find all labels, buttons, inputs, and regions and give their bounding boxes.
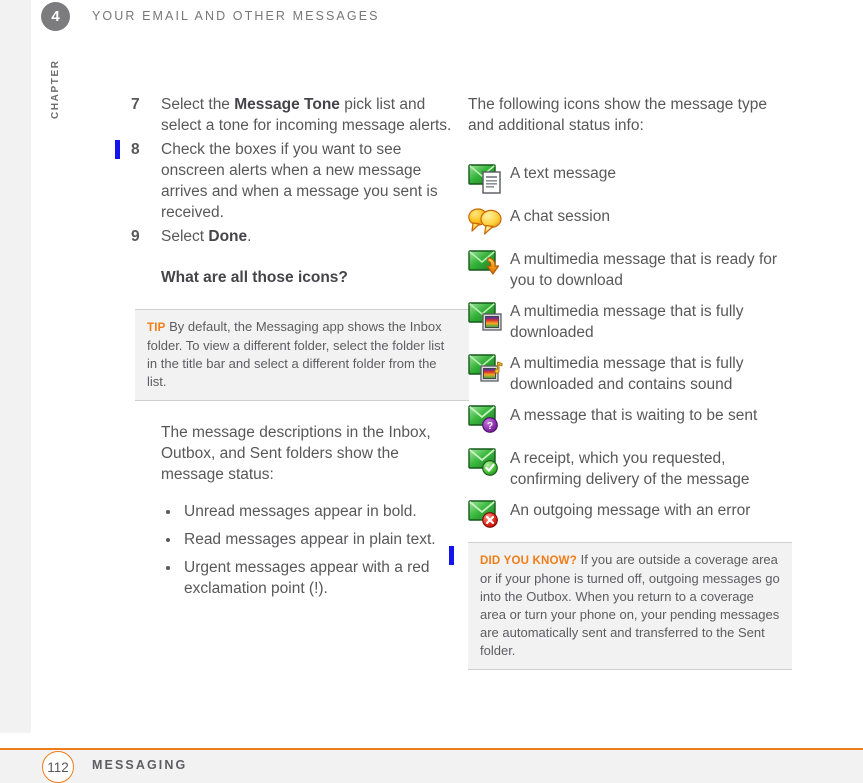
envelope-check-icon [468, 447, 510, 481]
status-bullet-list: Unread messages appear in bold. Read mes… [161, 501, 461, 599]
list-item: A multimedia message that is fully downl… [468, 300, 793, 343]
step-text-before: Select [161, 228, 209, 245]
did-you-know-text: If you are outside a coverage area or if… [480, 552, 780, 658]
icon-label: A receipt, which you requested, confirmi… [510, 450, 750, 488]
step-item: 7 Select the Message Tone pick list and … [127, 94, 461, 136]
step-text-before: Check the boxes if you want to see onscr… [161, 141, 438, 221]
icon-legend-list: A text message A chat session A multimed… [468, 162, 793, 533]
running-head: YOUR EMAIL AND OTHER MESSAGES [92, 9, 380, 23]
list-item: A chat session [468, 205, 793, 239]
icon-label: A message that is waiting to be sent [510, 407, 758, 424]
step-item: 9 Select Done. [127, 226, 461, 247]
step-text-before: Select the [161, 96, 235, 113]
section-subheading: What are all those icons? [161, 269, 348, 286]
list-item: A text message [468, 162, 793, 196]
list-item: A multimedia message that is ready for y… [468, 248, 793, 291]
list-item: An outgoing message with an error [468, 499, 793, 533]
list-item: Urgent messages appear with a red exclam… [161, 557, 461, 599]
list-item: Unread messages appear in bold. [161, 501, 461, 522]
step-text-bold: Done [208, 228, 248, 245]
envelope-pending-question-icon: ? [468, 404, 510, 438]
status-intro-paragraph: The message descriptions in the Inbox, O… [161, 424, 431, 483]
left-gutter-band [0, 0, 31, 733]
icon-label: A multimedia message that is fully downl… [510, 355, 744, 393]
envelope-download-arrow-icon [468, 248, 510, 282]
page-number-badge: 112 [42, 751, 74, 783]
did-you-know-tag: DID YOU KNOW? [480, 555, 577, 567]
step-text-after: . [247, 228, 252, 245]
tip-text: By default, the Messaging app shows the … [147, 319, 445, 389]
envelope-document-icon [468, 162, 510, 196]
list-item: A receipt, which you requested, confirmi… [468, 447, 793, 490]
envelope-error-icon [468, 499, 510, 533]
step-text-bold: Message Tone [234, 96, 340, 113]
svg-text:?: ? [487, 421, 493, 432]
icon-label: An outgoing message with an error [510, 502, 751, 519]
numbered-step-list: 7 Select the Message Tone pick list and … [127, 94, 461, 247]
footer-section-title: MESSAGING [92, 758, 188, 772]
chapter-number-badge: 4 [41, 2, 70, 31]
step-item: 8 Check the boxes if you want to see ons… [127, 139, 461, 223]
chat-bubbles-icon [468, 205, 510, 239]
icons-intro-paragraph: The following icons show the message typ… [468, 96, 767, 134]
icon-label: A multimedia message that is ready for y… [510, 251, 778, 289]
manual-page: 4 CHAPTER YOUR EMAIL AND OTHER MESSAGES … [0, 0, 863, 783]
tip-callout: TIP By default, the Messaging app shows … [135, 309, 469, 401]
list-item: A multimedia message that is fully downl… [468, 352, 793, 395]
did-you-know-callout: DID YOU KNOW? If you are outside a cover… [468, 542, 792, 670]
tip-tag: TIP [147, 322, 166, 334]
envelope-picture-icon [468, 300, 510, 334]
right-column: The following icons show the message typ… [468, 94, 793, 670]
envelope-picture-sound-icon [468, 352, 510, 386]
footer-rule [0, 748, 863, 750]
icon-label: A multimedia message that is fully downl… [510, 303, 744, 341]
step-number: 8 [131, 141, 140, 158]
chapter-label: CHAPTER [50, 59, 61, 119]
list-item: ? A message that is waiting to be sent [468, 404, 793, 438]
step-number: 7 [131, 96, 140, 113]
change-bar-marker [115, 140, 120, 159]
left-column: 7 Select the Message Tone pick list and … [127, 94, 469, 606]
icon-label: A text message [510, 165, 616, 182]
step-number: 9 [131, 228, 140, 245]
list-item: Read messages appear in plain text. [161, 529, 461, 550]
icon-label: A chat session [510, 208, 610, 225]
